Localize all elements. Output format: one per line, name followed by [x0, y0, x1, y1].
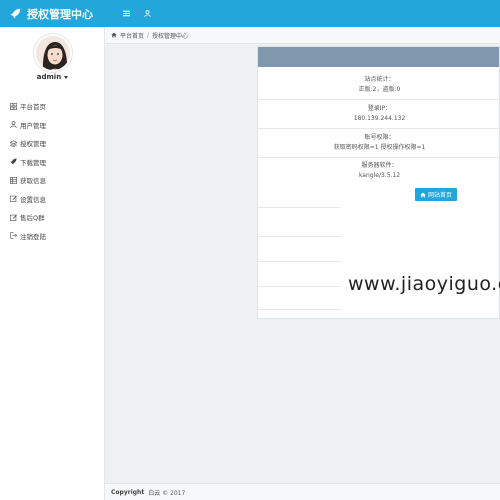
server-value: kangle/3.5.12 [358, 172, 401, 179]
menu-icon[interactable] [121, 8, 131, 18]
divider [258, 236, 341, 237]
layers-icon [10, 140, 17, 147]
divider [258, 261, 341, 262]
sidebar-item-label: 下载管理 [20, 158, 46, 167]
copyright-text: 白云 © 2017 [148, 489, 186, 497]
user-menu[interactable]: admin [0, 73, 105, 81]
login-ip-label: 登录IP： [367, 105, 392, 112]
info-panel: 站点统计： 正版:2，盗版:0 登录IP： 180.139.244.132 账号… [257, 46, 500, 319]
site-stats: 站点统计： 正版:2，盗版:0 [258, 75, 500, 95]
grid-icon [10, 102, 17, 110]
divider [258, 128, 500, 129]
permissions-value: 获取密码权限=1 授权操作权限=1 [333, 144, 426, 151]
sidebar-item-logout[interactable]: 注销登陆 [0, 227, 105, 246]
divider [258, 309, 341, 310]
avatar[interactable] [34, 34, 72, 72]
divider [258, 157, 500, 158]
sidebar-item-label: 平台首页 [20, 103, 46, 112]
sidebar-item-label: 用户管理 [20, 121, 46, 130]
footer: Copyright 白云 © 2017 [105, 483, 500, 500]
permissions-label: 账号权限： [364, 134, 395, 141]
rocket-icon [10, 158, 17, 165]
site-stats-label: 站点统计： [364, 76, 395, 83]
divider [258, 99, 500, 100]
site-stats-value: 正版:2，盗版:0 [358, 86, 401, 93]
sidebar-item-settings[interactable]: 设置信息 [0, 190, 105, 209]
sidebar-nav: 平台首页 用户管理 授权管理 下载管理 获取信息 设置信息 售后Q群 注销登陆 [0, 97, 105, 245]
sidebar-item-download[interactable]: 下载管理 [0, 153, 105, 172]
table-icon [10, 176, 17, 184]
main-content: 平台首页 / 授权管理中心 站点统计： 正版:2，盗版:0 登录IP： 180.… [105, 27, 500, 500]
sidebar-item-label: 设置信息 [20, 195, 46, 204]
breadcrumb-separator: / [147, 31, 150, 39]
server-software: 服务器软件： kangle/3.5.12 [258, 161, 500, 181]
logout-icon [10, 232, 17, 239]
watermark: www.jiaoyiguo.c [348, 273, 500, 295]
website-home-label: 网站首页 [427, 192, 452, 199]
caret-down-icon [64, 75, 69, 79]
sidebar-item-support-qq[interactable]: 售后Q群 [0, 208, 105, 227]
breadcrumb: 平台首页 / 授权管理中心 [105, 27, 500, 44]
user-name: admin [36, 73, 62, 81]
edit-icon [10, 195, 17, 203]
server-label: 服务器软件： [361, 162, 398, 169]
home-icon [420, 192, 426, 197]
sidebar-item-label: 授权管理 [20, 140, 46, 149]
website-home-button[interactable]: 网站首页 [415, 188, 457, 201]
brand[interactable]: 授权管理中心 [10, 0, 105, 27]
user-icon[interactable] [142, 8, 152, 18]
user-icon [10, 121, 17, 129]
sidebar-item-info[interactable]: 获取信息 [0, 171, 105, 190]
sidebar: admin 平台首页 用户管理 授权管理 下载管理 获取信息 设置信息 售后Q群… [0, 27, 105, 500]
sidebar-item-license[interactable]: 授权管理 [0, 134, 105, 153]
login-ip-value: 180.139.244.132 [353, 115, 406, 122]
permissions: 账号权限： 获取密码权限=1 授权操作权限=1 [258, 133, 500, 153]
breadcrumb-current: 授权管理中心 [152, 32, 189, 40]
sidebar-item-label: 售后Q群 [20, 214, 45, 223]
top-navbar: 授权管理中心 [0, 0, 500, 27]
login-ip: 登录IP： 180.139.244.132 [258, 104, 500, 124]
copyright-label: Copyright [111, 488, 145, 496]
sidebar-item-home[interactable]: 平台首页 [0, 97, 105, 116]
app-title: 授权管理中心 [27, 7, 93, 21]
sidebar-item-users[interactable]: 用户管理 [0, 116, 105, 135]
divider [258, 286, 341, 287]
edit-icon [10, 214, 17, 221]
rocket-icon [10, 8, 21, 19]
divider [258, 207, 341, 208]
sidebar-item-label: 注销登陆 [20, 232, 46, 241]
breadcrumb-home[interactable]: 平台首页 [120, 31, 144, 40]
home-icon [111, 32, 117, 38]
sidebar-item-label: 获取信息 [20, 177, 46, 186]
panel-header [258, 47, 499, 67]
